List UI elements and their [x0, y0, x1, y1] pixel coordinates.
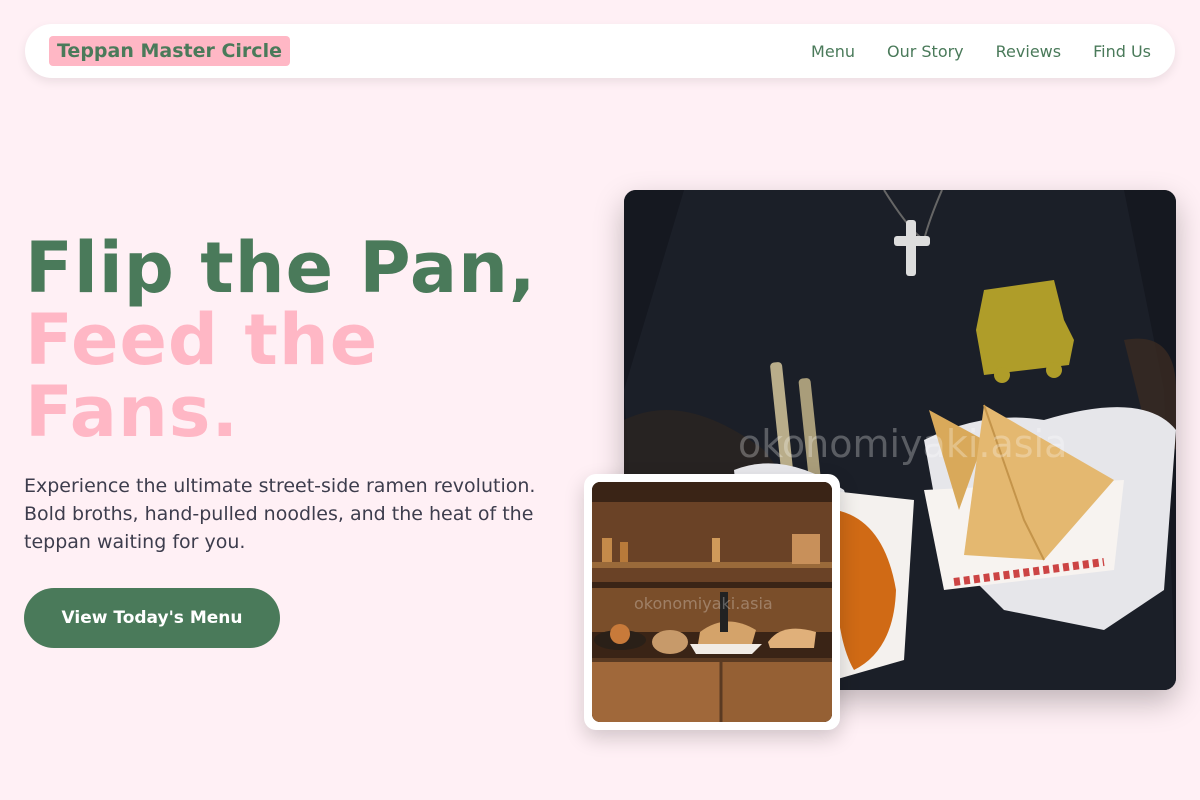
hero-subtitle: Experience the ultimate street-side rame… — [24, 475, 536, 553]
nav-links: Menu Our Story Reviews Find Us — [811, 42, 1151, 61]
brand-logo[interactable]: Teppan Master Circle — [49, 36, 290, 66]
nav-link-find-us[interactable]: Find Us — [1093, 42, 1151, 61]
food-stall-illustration — [592, 482, 832, 722]
nav-link-our-story[interactable]: Our Story — [887, 42, 964, 61]
nav-link-reviews[interactable]: Reviews — [996, 42, 1061, 61]
nav-link-menu[interactable]: Menu — [811, 42, 855, 61]
top-nav: Teppan Master Circle Menu Our Story Revi… — [25, 24, 1175, 78]
hero-title-line1: Flip the Pan, — [25, 227, 537, 309]
secondary-photo-frame: okonomiyaki.asia — [584, 474, 840, 730]
hero-title: Flip the Pan, Feed the Fans. — [25, 232, 585, 448]
hero-title-line2: Feed the Fans. — [25, 299, 379, 453]
food-stall-photo: okonomiyaki.asia — [592, 482, 832, 722]
view-menu-button[interactable]: View Today's Menu — [24, 588, 280, 648]
